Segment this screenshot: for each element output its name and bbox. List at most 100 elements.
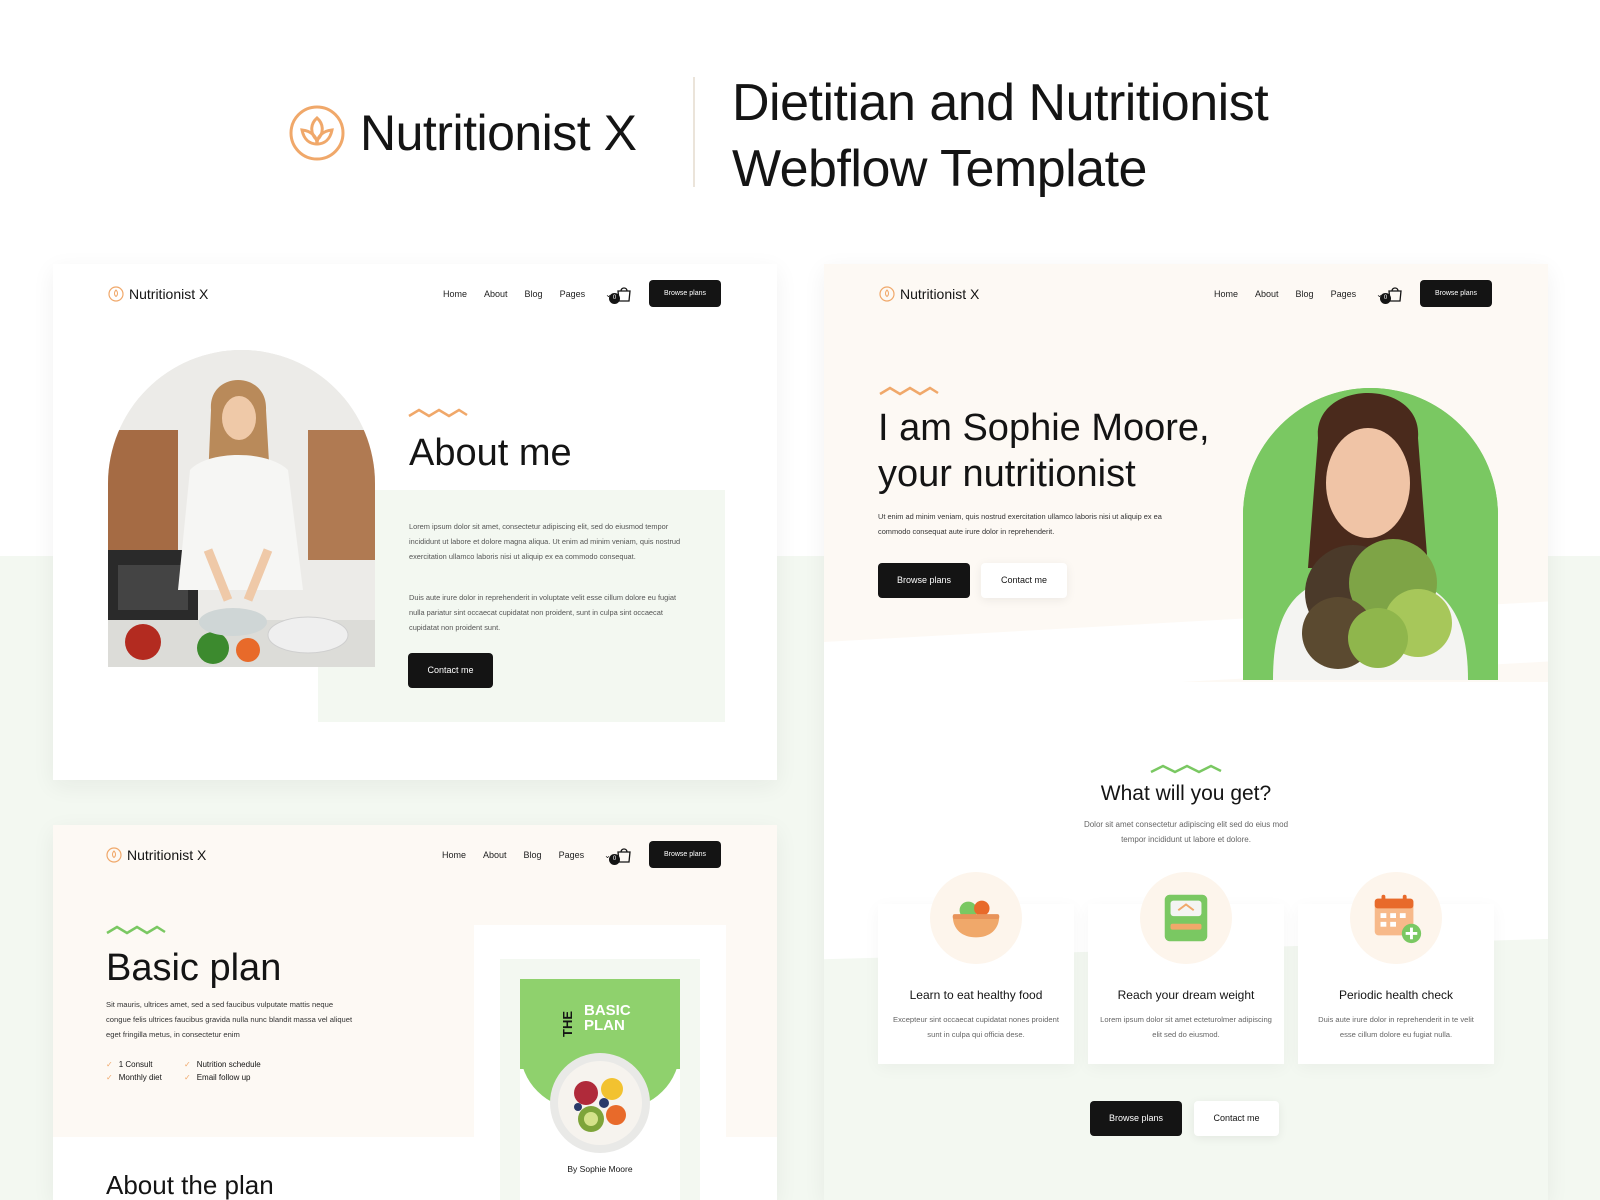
cart-button[interactable]: 0 bbox=[1380, 283, 1406, 305]
feature-card-dream-weight: Reach your dream weight Lorem ipsum dolo… bbox=[1088, 872, 1284, 1064]
feature-title: Learn to eat healthy food bbox=[909, 988, 1043, 1002]
home-hero-title: I am Sophie Moore, your nutritionist bbox=[878, 405, 1238, 497]
nav-brand: Nutritionist X bbox=[129, 286, 209, 302]
about-page-preview: Nutritionist X Home About Blog Pages ⌄ 0 … bbox=[53, 264, 777, 780]
hero-title-line2: Webflow Template bbox=[732, 140, 1147, 198]
leaf-logo-icon bbox=[879, 286, 895, 302]
nav-link-about[interactable]: About bbox=[483, 850, 507, 860]
nav-link-blog[interactable]: Blog bbox=[524, 850, 542, 860]
check-icon: ✓ bbox=[184, 1060, 191, 1069]
plan-title: Basic plan bbox=[106, 947, 282, 989]
feature-icon-circle bbox=[1350, 872, 1442, 964]
about-paragraph-1: Lorem ipsum dolor sit amet, consectetur … bbox=[409, 522, 681, 561]
nav-brand: Nutritionist X bbox=[127, 847, 207, 863]
squiggle-green-icon bbox=[1150, 764, 1222, 774]
cover-the-label: THE bbox=[560, 1011, 575, 1037]
feature-card-healthy-food: Learn to eat healthy food Excepteur sint… bbox=[878, 872, 1074, 1064]
plan-product-frame: THE BASIC PLAN By Sophie Moore bbox=[500, 959, 700, 1200]
nav-logo[interactable]: Nutritionist X bbox=[108, 286, 208, 302]
cover-plan-name: BASIC PLAN bbox=[584, 1002, 631, 1034]
squiggle-green-icon bbox=[106, 925, 166, 935]
nav-link-blog[interactable]: Blog bbox=[525, 289, 543, 299]
nav-brand: Nutritionist X bbox=[900, 286, 980, 302]
plan-feature-item: ✓ Monthly diet bbox=[106, 1073, 184, 1082]
cart-button[interactable]: 0 bbox=[609, 844, 635, 866]
hero-divider bbox=[693, 77, 695, 187]
nav-pages-label: Pages bbox=[1330, 289, 1357, 299]
about-plan-heading: About the plan bbox=[106, 1170, 274, 1200]
nav-browse-plans-button[interactable]: Browse plans bbox=[649, 841, 721, 868]
cover-author: By Sophie Moore bbox=[567, 1164, 633, 1174]
plan-features-list: ✓ 1 Consult ✓ Nutrition schedule ✓ Monthly … bbox=[106, 1060, 306, 1082]
bottom-contact-button[interactable]: Contact me bbox=[1194, 1101, 1279, 1136]
features-section-title: What will you get? bbox=[1100, 782, 1272, 805]
cart-count-badge: 0 bbox=[609, 293, 620, 304]
nav-pages-label: Pages bbox=[558, 850, 585, 860]
plan-feature-label: Email follow up bbox=[196, 1073, 251, 1082]
nav-pages-label: Pages bbox=[559, 289, 586, 299]
nav-link-about[interactable]: About bbox=[1255, 289, 1279, 299]
feature-title: Reach your dream weight bbox=[1117, 988, 1255, 1002]
navbar: Nutritionist X Home About Blog Pages ⌄ 0 … bbox=[824, 264, 1548, 324]
cart-count-badge: 0 bbox=[609, 854, 620, 865]
nav-logo[interactable]: Nutritionist X bbox=[879, 286, 979, 302]
kitchen-photo-illustration bbox=[108, 350, 375, 667]
navbar: Nutritionist X Home About Blog Pages ⌄ 0 … bbox=[53, 825, 777, 885]
squiggle-orange-icon bbox=[408, 408, 468, 418]
nav-link-home[interactable]: Home bbox=[1214, 289, 1238, 299]
hero-logo: Nutritionist X bbox=[288, 104, 637, 162]
leaf-logo-icon bbox=[106, 847, 122, 863]
about-photo bbox=[108, 350, 375, 667]
about-title: About me bbox=[409, 432, 572, 474]
nav-browse-plans-button[interactable]: Browse plans bbox=[1420, 280, 1492, 307]
navbar: Nutritionist X Home About Blog Pages ⌄ 0 … bbox=[53, 264, 777, 324]
plan-feature-item: ✓ 1 Consult bbox=[106, 1060, 184, 1069]
hero-brand-name: Nutritionist X bbox=[360, 105, 637, 161]
plan-product-box: THE BASIC PLAN By Sophie Moore bbox=[474, 925, 726, 1200]
home-title-line2: your nutritionist bbox=[878, 453, 1136, 495]
plan-feature-label: Monthly diet bbox=[118, 1073, 162, 1082]
features-section-subtitle: Dolor sit amet consectetur adipiscing el… bbox=[1083, 820, 1289, 844]
feature-icon-circle bbox=[930, 872, 1022, 964]
feature-card-health-check: Periodic health check Duis aute irure do… bbox=[1298, 872, 1494, 1064]
feature-description: Excepteur sint occaecat cupidatat nones … bbox=[893, 1015, 1059, 1039]
home-page-preview: Nutritionist X Home About Blog Pages ⌄ 0 … bbox=[824, 264, 1548, 1200]
check-icon: ✓ bbox=[106, 1060, 113, 1069]
plan-ebook-cover[interactable]: THE BASIC PLAN By Sophie Moore bbox=[520, 979, 680, 1200]
hero-title: Dietitian and Nutritionist Webflow Templ… bbox=[732, 70, 1372, 202]
home-title-line1: I am Sophie Moore, bbox=[878, 407, 1210, 449]
calendar-icon bbox=[1374, 894, 1422, 944]
food-bowl-icon bbox=[952, 900, 1000, 938]
squiggle-orange-icon bbox=[879, 386, 939, 396]
plan-feature-item: ✓ Email follow up bbox=[184, 1073, 304, 1082]
cart-button[interactable]: 0 bbox=[609, 283, 635, 305]
feature-icon-circle bbox=[1140, 872, 1232, 964]
plan-page-preview: Nutritionist X Home About Blog Pages ⌄ 0 … bbox=[53, 825, 777, 1200]
nav-link-home[interactable]: Home bbox=[442, 850, 466, 860]
feature-description: Lorem ipsum dolor sit amet ecteturolmer … bbox=[1100, 1015, 1272, 1039]
plan-feature-item: ✓ Nutrition schedule bbox=[184, 1060, 304, 1069]
plan-description: Sit mauris, ultrices amet, sed a sed fau… bbox=[106, 1000, 353, 1039]
home-hero-photo bbox=[1243, 388, 1498, 680]
plan-feature-label: 1 Consult bbox=[118, 1060, 153, 1069]
nav-logo[interactable]: Nutritionist X bbox=[106, 847, 206, 863]
check-icon: ✓ bbox=[106, 1073, 113, 1082]
nav-browse-plans-button[interactable]: Browse plans bbox=[649, 280, 721, 307]
about-contact-button[interactable]: Contact me bbox=[408, 653, 493, 688]
feature-title: Periodic health check bbox=[1338, 988, 1454, 1002]
plan-feature-label: Nutrition schedule bbox=[196, 1060, 261, 1069]
nav-link-blog[interactable]: Blog bbox=[1296, 289, 1314, 299]
leaf-logo-icon bbox=[289, 105, 345, 161]
hero-title-line1: Dietitian and Nutritionist bbox=[732, 74, 1269, 132]
scale-icon bbox=[1164, 894, 1208, 942]
feature-description: Duis aute irure dolor in reprehenderit i… bbox=[1318, 1015, 1474, 1039]
home-browse-plans-button[interactable]: Browse plans bbox=[878, 563, 970, 598]
bottom-browse-plans-button[interactable]: Browse plans bbox=[1090, 1101, 1182, 1136]
check-icon: ✓ bbox=[184, 1073, 191, 1082]
home-contact-button[interactable]: Contact me bbox=[981, 563, 1067, 598]
nav-link-home[interactable]: Home bbox=[443, 289, 467, 299]
nav-link-about[interactable]: About bbox=[484, 289, 508, 299]
fruit-plate-illustration bbox=[550, 1053, 650, 1153]
about-paragraph-2: Duis aute irure dolor in reprehenderit i… bbox=[409, 593, 677, 632]
leaf-logo-icon bbox=[108, 286, 124, 302]
